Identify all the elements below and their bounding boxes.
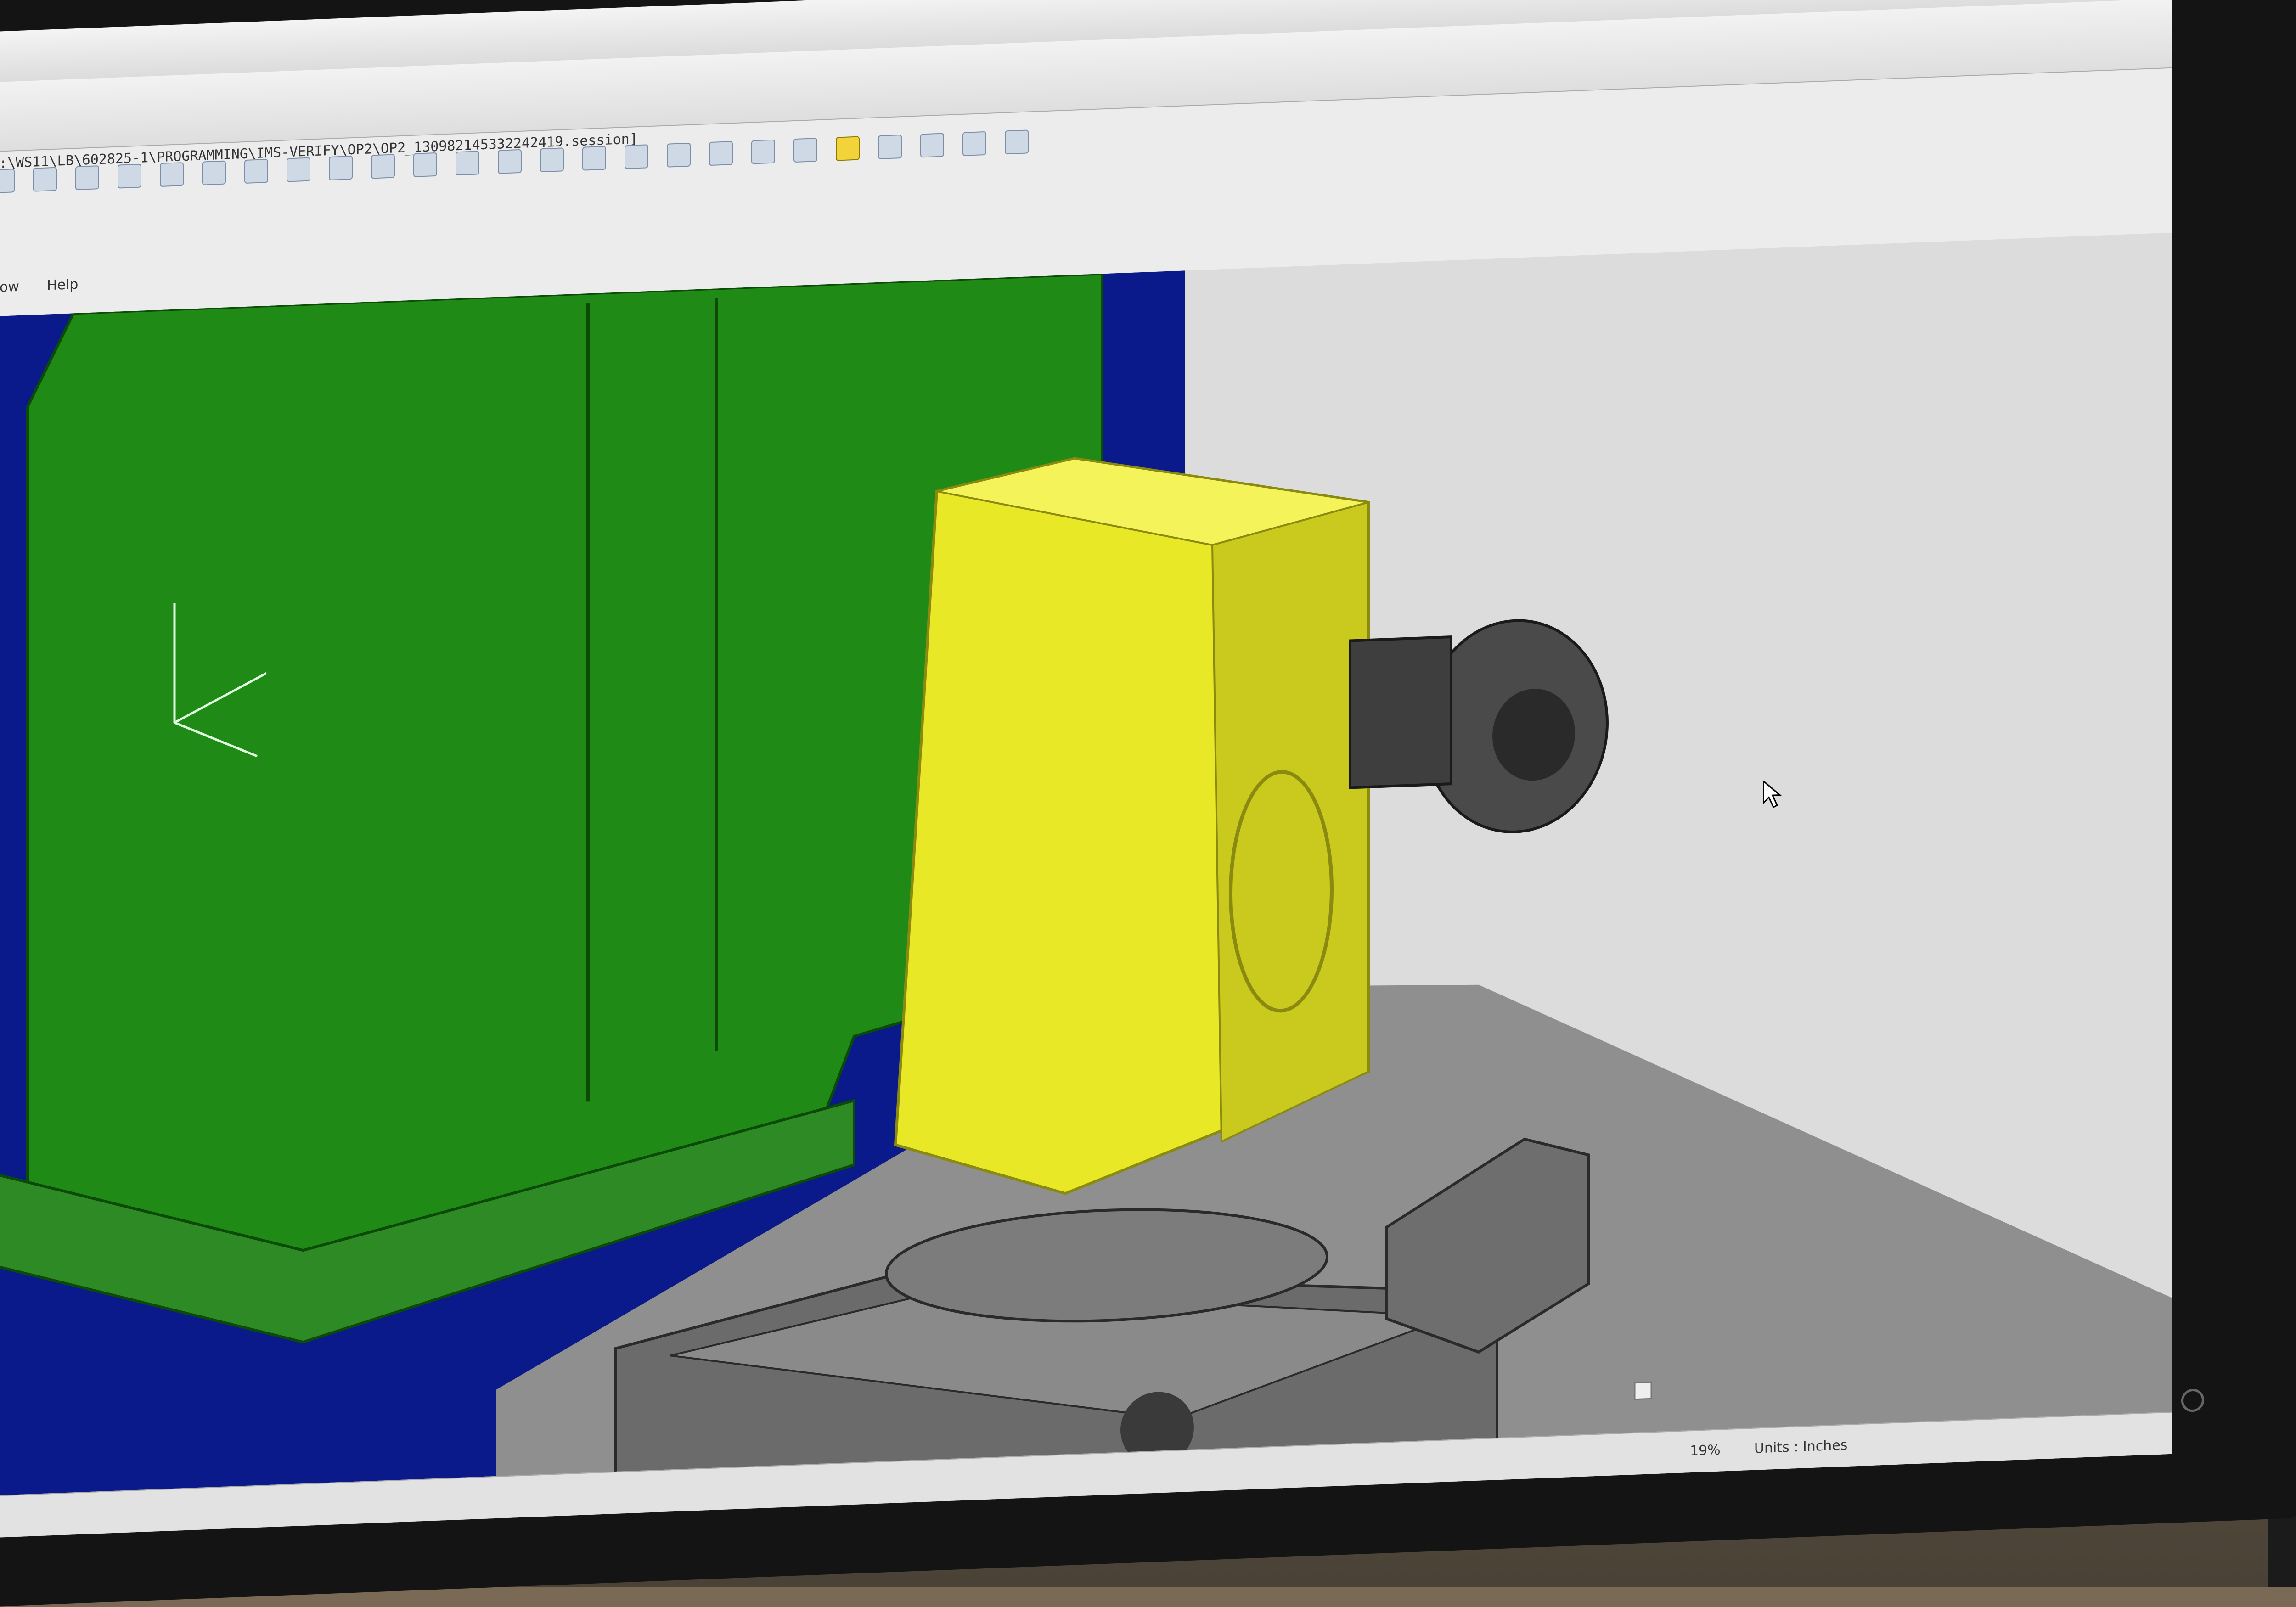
axis-icon[interactable] <box>160 162 184 187</box>
page-icon[interactable] <box>962 131 986 156</box>
pan-icon[interactable] <box>709 141 733 166</box>
power-button-icon[interactable] <box>2181 1388 2204 1412</box>
highlight-icon[interactable] <box>836 136 860 161</box>
save-icon[interactable] <box>287 157 310 182</box>
units-indicator: Units : Inches <box>1754 1437 1848 1457</box>
measure-icon[interactable] <box>793 138 817 163</box>
monitor-bezel: – □ ✕ E:\WS11\LB\602825-1\PROGRAMMING\IM… <box>0 0 2296 1607</box>
robot-icon[interactable] <box>878 135 902 160</box>
tool-icon[interactable] <box>751 139 775 164</box>
menu-window[interactable]: dow <box>0 279 19 307</box>
zoom-icon[interactable] <box>540 147 564 173</box>
zoom-fit-icon[interactable] <box>667 142 691 168</box>
view-icon[interactable] <box>456 151 479 176</box>
arrow-down-icon[interactable] <box>244 159 268 184</box>
help-icon[interactable] <box>1005 129 1029 155</box>
zoom-level: 19% <box>1690 1442 1721 1460</box>
view-icon[interactable] <box>498 149 522 174</box>
mouse-cursor-icon <box>1762 779 1782 810</box>
workpiece-side <box>1211 501 1369 1143</box>
open-icon[interactable] <box>0 169 15 194</box>
machine-simulation-scene <box>0 232 2172 1538</box>
application-window: – □ ✕ E:\WS11\LB\602825-1\PROGRAMMING\IM… <box>0 0 2172 1538</box>
zoom-out-icon[interactable] <box>625 144 648 169</box>
menu-bar: dow Help <box>0 276 78 308</box>
sort-icon[interactable] <box>371 154 395 179</box>
view-icon[interactable] <box>413 152 437 177</box>
save-icon[interactable] <box>33 167 57 192</box>
axis-icon[interactable] <box>202 160 226 185</box>
reference-cube <box>1634 1381 1652 1400</box>
sphere-icon[interactable] <box>920 133 944 158</box>
axis-icon[interactable] <box>75 165 99 191</box>
spindle-housing <box>1349 635 1452 789</box>
axis-icon[interactable] <box>118 163 141 189</box>
zoom-in-icon[interactable] <box>582 146 606 171</box>
3d-viewport[interactable] <box>0 232 2172 1538</box>
settings-icon[interactable] <box>329 155 353 180</box>
menu-help[interactable]: Help <box>47 276 78 305</box>
